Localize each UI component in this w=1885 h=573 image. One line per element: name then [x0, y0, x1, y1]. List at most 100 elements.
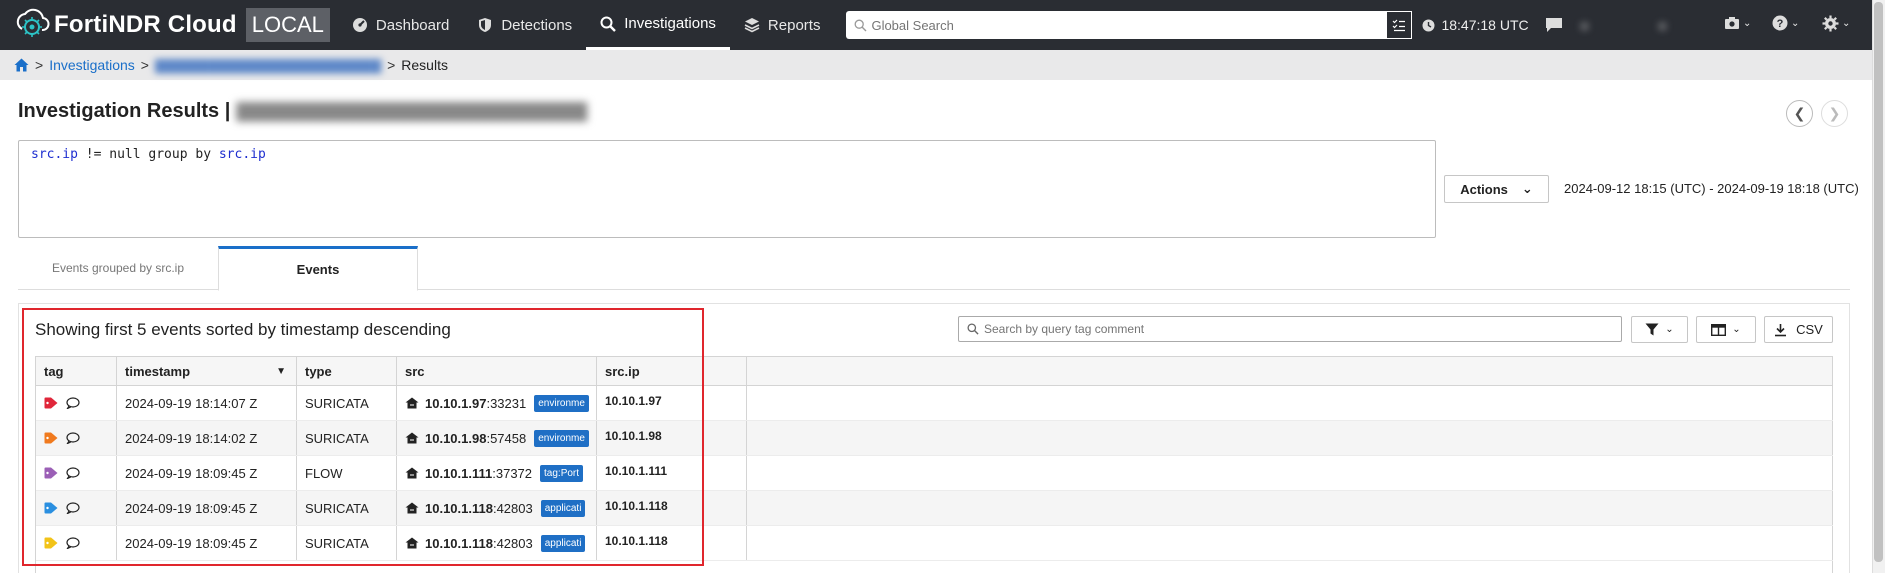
src-ip-value[interactable]: 10.10.1.97 [425, 396, 486, 411]
src-port-value: :57458 [486, 430, 527, 446]
filter-dropdown[interactable]: ⌄ [1631, 316, 1688, 343]
src-cell: 10.10.1.98:57458 environme [397, 421, 597, 455]
column-header-label: timestamp [125, 363, 191, 379]
src-ip-cell[interactable]: 10.10.1.98 [597, 421, 747, 455]
breadcrumb-investigations[interactable]: Investigations [49, 57, 135, 73]
chevron-down-icon: ⌄ [1743, 17, 1752, 29]
table-row[interactable]: 2024-09-19 18:09:45 Z SURICATA 10.10.1.118… [36, 491, 1833, 526]
comment-icon[interactable] [66, 432, 80, 444]
breadcrumb-separator: > [35, 57, 44, 73]
timestamp-cell: 2024-09-19 18:09:45 Z [117, 456, 297, 490]
src-tag-pill[interactable]: environme [534, 394, 589, 412]
column-header-src[interactable]: src [397, 357, 597, 385]
page-title-text: Investigation Results | [18, 100, 231, 122]
chevron-down-icon: ⌄ [1732, 324, 1741, 335]
internal-host-icon [405, 502, 419, 514]
chevron-down-icon: ⌄ [1665, 324, 1674, 335]
src-ip-cell[interactable]: 10.10.1.118 [597, 526, 747, 560]
internal-host-icon [405, 432, 419, 444]
tag-icon[interactable] [44, 432, 58, 444]
src-ip-value[interactable]: 10.10.1.98 [425, 431, 486, 446]
comment-icon[interactable] [66, 467, 80, 479]
breadcrumb-separator: > [140, 57, 149, 73]
tag-cell [36, 386, 117, 420]
timestamp-cell: 2024-09-19 18:09:45 Z [117, 491, 297, 525]
column-header-type[interactable]: type [297, 357, 397, 385]
src-tag-pill[interactable]: applicati [540, 499, 586, 517]
column-header-tag[interactable]: tag [36, 357, 117, 385]
tag-comment-search-input[interactable] [984, 322, 1621, 336]
chevron-down-icon: ⌄ [1791, 17, 1800, 29]
home-icon[interactable] [14, 58, 29, 72]
tag-icon[interactable] [44, 502, 58, 514]
tag-icon[interactable] [44, 537, 58, 549]
nav-dashboard[interactable]: Dashboard [338, 0, 463, 50]
csv-download-button[interactable]: CSV [1764, 316, 1833, 343]
breadcrumb-separator: > [387, 57, 396, 73]
settings-menu[interactable]: ⌄ [1822, 15, 1850, 32]
download-icon [1775, 323, 1787, 336]
user-org-menu[interactable]: ● ● [1581, 18, 1667, 33]
comment-icon[interactable] [66, 537, 80, 549]
tag-comment-search[interactable] [958, 316, 1622, 342]
comment-icon[interactable] [66, 397, 80, 409]
table-row[interactable]: 2024-09-19 18:09:45 Z SURICATA 10.10.1.118… [36, 526, 1833, 561]
src-tag-pill[interactable]: environme [534, 429, 589, 447]
src-ip-value[interactable]: 10.10.1.118 [425, 536, 493, 551]
search-options-button[interactable] [1386, 11, 1413, 39]
previous-button[interactable]: ❮ [1786, 100, 1813, 127]
breadcrumb-redacted-investigation[interactable]: ▇▇▇▇▇▇▇▇▇▇▇▇▇▇▇▇▇▇▇▇▇ [155, 57, 381, 74]
src-tag-pill[interactable]: applicati [540, 534, 586, 552]
help-menu[interactable]: ? ⌄ [1772, 15, 1799, 31]
sort-descending-icon[interactable]: ▼ [276, 366, 286, 377]
top-navbar: FortiNDR Cloud LOCAL Dashboard Detection… [0, 0, 1872, 50]
nav-detections[interactable]: Detections [463, 0, 586, 50]
tab-events-grouped[interactable]: Events grouped by src.ip [18, 246, 218, 290]
env-badge: LOCAL [245, 8, 330, 42]
table-body: 2024-09-19 18:14:07 Z SURICATA 10.10.1.97:… [36, 386, 1833, 561]
nav-label: Detections [501, 16, 573, 34]
timestamp-cell: 2024-09-19 18:14:07 Z [117, 386, 297, 420]
tag-icon[interactable] [44, 397, 58, 409]
src-ip-cell[interactable]: 10.10.1.118 [597, 491, 747, 525]
tab-events[interactable]: Events [218, 246, 418, 291]
chat-icon[interactable] [1545, 17, 1563, 33]
dashboard-icon [352, 18, 367, 32]
blurred-user-info-icon: ● [1580, 17, 1589, 33]
nav-reports[interactable]: Reports [730, 0, 835, 50]
src-cell: 10.10.1.97:33231 environme [397, 386, 597, 420]
query-token-field: src.ip [31, 147, 78, 162]
src-ip-value[interactable]: 10.10.1.118 [425, 501, 493, 516]
nav-label: Reports [767, 16, 821, 34]
export-menu[interactable]: ⌄ [1724, 16, 1751, 30]
src-cell: 10.10.1.111:37372 tag:Port [397, 456, 597, 490]
clock-time: 18:47:18 UTC [1441, 17, 1529, 33]
nav-investigations[interactable]: Investigations [586, 0, 730, 50]
query-editor[interactable]: src.ip != null group by src.ip [18, 140, 1436, 238]
chevron-down-icon: ⌄ [1842, 18, 1851, 29]
src-port-value: :37372 [492, 465, 533, 481]
columns-dropdown[interactable]: ⌄ [1696, 316, 1756, 343]
tag-icon[interactable] [44, 467, 58, 479]
next-button[interactable]: ❯ [1821, 100, 1848, 127]
actions-dropdown[interactable]: Actions ⌄ [1444, 175, 1549, 203]
clock-icon [1422, 19, 1435, 31]
app-logo[interactable]: FortiNDR Cloud LOCAL [14, 7, 330, 43]
internal-host-icon [405, 397, 419, 409]
src-tag-pill[interactable]: tag:Port [540, 464, 584, 482]
table-row[interactable]: 2024-09-19 18:14:02 Z SURICATA 10.10.1.98:… [36, 421, 1833, 456]
internal-host-icon [405, 537, 419, 549]
comment-icon[interactable] [66, 502, 80, 514]
filler-cell [747, 526, 1833, 560]
table-row[interactable]: 2024-09-19 18:09:45 Z FLOW 10.10.1.111:373… [36, 456, 1833, 491]
src-ip-cell[interactable]: 10.10.1.97 [597, 386, 747, 420]
column-header-timestamp[interactable]: timestamp ▼ [117, 357, 297, 385]
src-ip-cell[interactable]: 10.10.1.111 [597, 456, 747, 490]
src-ip-value[interactable]: 10.10.1.111 [425, 466, 492, 481]
column-header-src-ip[interactable]: src.ip [597, 357, 747, 385]
page-scrollbar-thumb[interactable] [1874, 2, 1883, 562]
chevron-right-icon: ❯ [1828, 105, 1841, 121]
global-search-input[interactable] [871, 17, 1387, 33]
table-row[interactable]: 2024-09-19 18:14:07 Z SURICATA 10.10.1.97:… [36, 386, 1833, 421]
global-search[interactable] [846, 11, 1413, 39]
